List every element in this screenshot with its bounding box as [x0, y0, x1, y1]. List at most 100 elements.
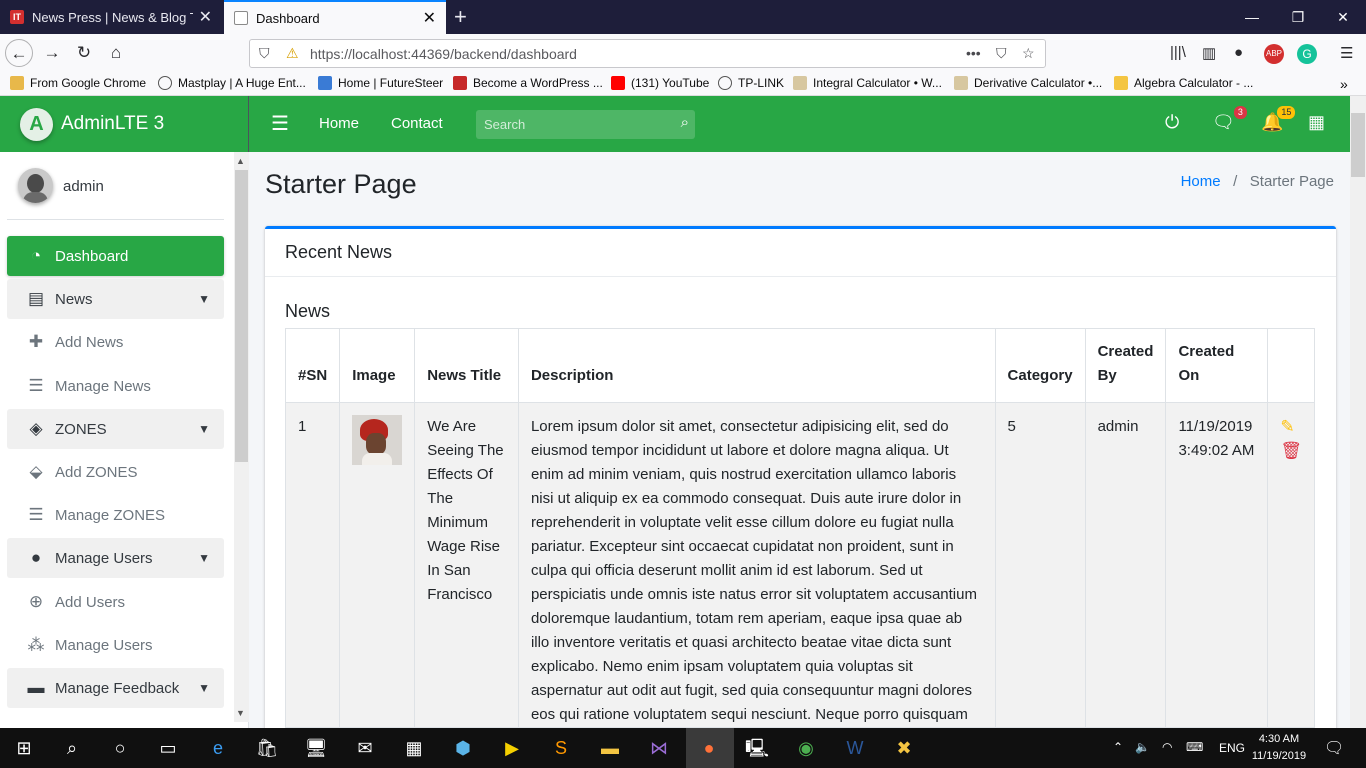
browser-tab-dashboard[interactable]: Dashboard ✕: [224, 0, 446, 34]
visual-studio-icon[interactable]: ⋈: [647, 736, 671, 760]
sidebar-item-dashboard[interactable]: ◔ Dashboard: [7, 236, 224, 276]
sidebar-item-news[interactable]: ▤ News ▼: [7, 279, 224, 319]
bookmark[interactable]: (131) YouTube: [611, 76, 709, 90]
news-thumbnail[interactable]: [352, 415, 403, 465]
breadcrumb-separator: /: [1224, 173, 1246, 190]
edge-icon[interactable]: e: [206, 736, 230, 760]
clock[interactable]: 4:30 AM 11/19/2019: [1244, 731, 1314, 765]
power-icon[interactable]: ⏻: [1165, 112, 1179, 133]
sidebar-item-manage-zones[interactable]: ☰ Manage ZONES: [7, 495, 224, 535]
word-icon[interactable]: W: [843, 736, 867, 760]
bookmark[interactable]: Become a WordPress ...: [453, 76, 603, 90]
file-explorer-icon[interactable]: ▬: [598, 736, 622, 760]
search-icon[interactable]: ⌕: [681, 114, 689, 131]
column-header: News Title: [414, 328, 519, 403]
control-panel-icon[interactable]: 🖥: [304, 736, 328, 760]
page-scrollbar-thumb[interactable]: [1351, 113, 1365, 177]
back-icon[interactable]: ←: [5, 39, 33, 67]
hamburger-icon[interactable]: ☰: [271, 96, 289, 152]
cell-title: We Are Seeing The Effects Of The Minimum…: [414, 402, 519, 728]
breadcrumb-home[interactable]: Home: [1181, 173, 1221, 190]
sidebar-item-add-zones[interactable]: ⬙ Add ZONES: [7, 452, 224, 492]
sidebar-item-add-news[interactable]: ✚ Add News: [7, 322, 224, 362]
reload-icon[interactable]: ↻: [70, 39, 98, 67]
browser-tab-newspress[interactable]: IT News Press | News & Blog Tem ✕: [0, 0, 222, 34]
sublime-text-icon[interactable]: S: [549, 736, 573, 760]
scroll-up-icon[interactable]: ▲: [236, 156, 245, 166]
grid-icon[interactable]: ▦: [1308, 112, 1325, 133]
card-title: Recent News: [265, 229, 1336, 277]
bookmark[interactable]: Home | FutureSteer: [318, 76, 443, 90]
restore-icon[interactable]: ❐: [1275, 0, 1321, 34]
sidebar-item-manage-users[interactable]: ● Manage Users ▼: [7, 538, 224, 578]
adblock-icon[interactable]: ABP: [1264, 44, 1284, 64]
bookmark[interactable]: Mastplay | A Huge Ent...: [158, 76, 306, 90]
menu-icon[interactable]: ☰: [1340, 44, 1353, 62]
user-name[interactable]: admin: [63, 178, 104, 195]
messages-icon[interactable]: 🗨 3: [1212, 106, 1247, 133]
wifi-icon[interactable]: ◠: [1162, 740, 1172, 754]
bell-icon[interactable]: 🔔 15: [1261, 106, 1296, 133]
new-tab-icon[interactable]: +: [454, 4, 467, 30]
nav-link-contact[interactable]: Contact: [391, 96, 443, 152]
mail-icon[interactable]: ✉: [353, 736, 377, 760]
3d-builder-icon[interactable]: ⬢: [451, 736, 475, 760]
nav-link-home[interactable]: Home: [319, 96, 359, 152]
page-scrollbar[interactable]: [1350, 96, 1366, 728]
bookmark[interactable]: Integral Calculator • W...: [793, 76, 942, 90]
bookmark-star-icon[interactable]: ☆: [1022, 45, 1035, 62]
sidebar-item-manage-feedback[interactable]: ▬ Manage Feedback ▼: [7, 668, 224, 708]
firefox-icon[interactable]: ●: [697, 736, 721, 760]
news-table: #SN Image News Title Description Categor…: [284, 328, 1315, 728]
sidebar-item-manage-news[interactable]: ☰ Manage News: [7, 366, 224, 406]
search-input[interactable]: [476, 110, 666, 139]
sidebar-scrollbar-thumb[interactable]: [235, 170, 248, 462]
column-header: #SN: [284, 328, 341, 403]
chrome-icon[interactable]: ◉: [794, 736, 818, 760]
sidebar-item-add-users[interactable]: ⊕ Add Users: [7, 582, 224, 622]
remote-desktop-icon[interactable]: 🖳: [745, 736, 769, 760]
close-icon[interactable]: ✕: [199, 7, 212, 27]
store-icon[interactable]: 🛍: [255, 736, 279, 760]
sidebar-toggle-icon[interactable]: ▥: [1202, 44, 1216, 62]
kmplayer-icon[interactable]: ▶: [500, 736, 524, 760]
account-icon[interactable]: ●: [1234, 44, 1243, 61]
bookmark[interactable]: Algebra Calculator - ...: [1114, 76, 1253, 90]
cortana-icon[interactable]: ○: [108, 736, 132, 760]
forward-icon[interactable]: →: [38, 39, 66, 67]
shield-icon[interactable]: ⛉: [259, 45, 270, 62]
grammarly-icon[interactable]: G: [1297, 44, 1317, 64]
warning-lock-icon[interactable]: ⚠: [286, 45, 299, 62]
task-view-icon[interactable]: ▭: [156, 736, 180, 760]
chevron-up-icon[interactable]: ⌃: [1113, 740, 1123, 754]
edit-icon[interactable]: ✎: [1280, 415, 1302, 439]
brand-link[interactable]: A AdminLTE 3: [0, 96, 249, 152]
language-indicator[interactable]: ENG: [1219, 741, 1245, 755]
home-icon[interactable]: ⌂: [102, 39, 130, 67]
ssms-icon[interactable]: ✖: [892, 736, 916, 760]
more-icon[interactable]: •••: [966, 45, 981, 61]
bookmark[interactable]: TP-LINK: [718, 76, 784, 90]
bookmark[interactable]: Derivative Calculator •...: [954, 76, 1102, 90]
avatar: [18, 168, 53, 203]
windows-start-icon[interactable]: ⊞: [12, 736, 36, 760]
library-icon[interactable]: |||\: [1170, 44, 1186, 61]
pocket-icon[interactable]: ⛉: [996, 45, 1007, 62]
bookmark-folder[interactable]: From Google Chrome: [10, 76, 146, 90]
chevron-right-icon[interactable]: »: [1340, 76, 1348, 92]
search-icon[interactable]: ⌕: [60, 736, 84, 760]
volume-icon[interactable]: 🔈: [1135, 740, 1150, 754]
address-bar[interactable]: ⛉ ⚠ https://localhost:44369/backend/dash…: [249, 39, 1046, 68]
close-icon[interactable]: ✕: [423, 8, 436, 28]
close-window-icon[interactable]: ✕: [1320, 0, 1366, 34]
calculator-icon[interactable]: ▦: [402, 736, 426, 760]
sidebar-item-manage-users-list[interactable]: ⁂ Manage Users: [7, 625, 224, 665]
sidebar-item-zones[interactable]: ◈ ZONES ▼: [7, 409, 224, 449]
cell-sn: 1: [284, 402, 341, 728]
url-text[interactable]: https://localhost:44369/backend/dashboar…: [310, 46, 577, 62]
minimize-icon[interactable]: —: [1229, 0, 1275, 34]
notifications-center-icon[interactable]: 🗨: [1324, 738, 1344, 758]
scroll-down-icon[interactable]: ▼: [236, 708, 245, 718]
keyboard-icon[interactable]: ⌨: [1186, 740, 1203, 754]
trash-icon[interactable]: 🗑: [1280, 439, 1302, 463]
